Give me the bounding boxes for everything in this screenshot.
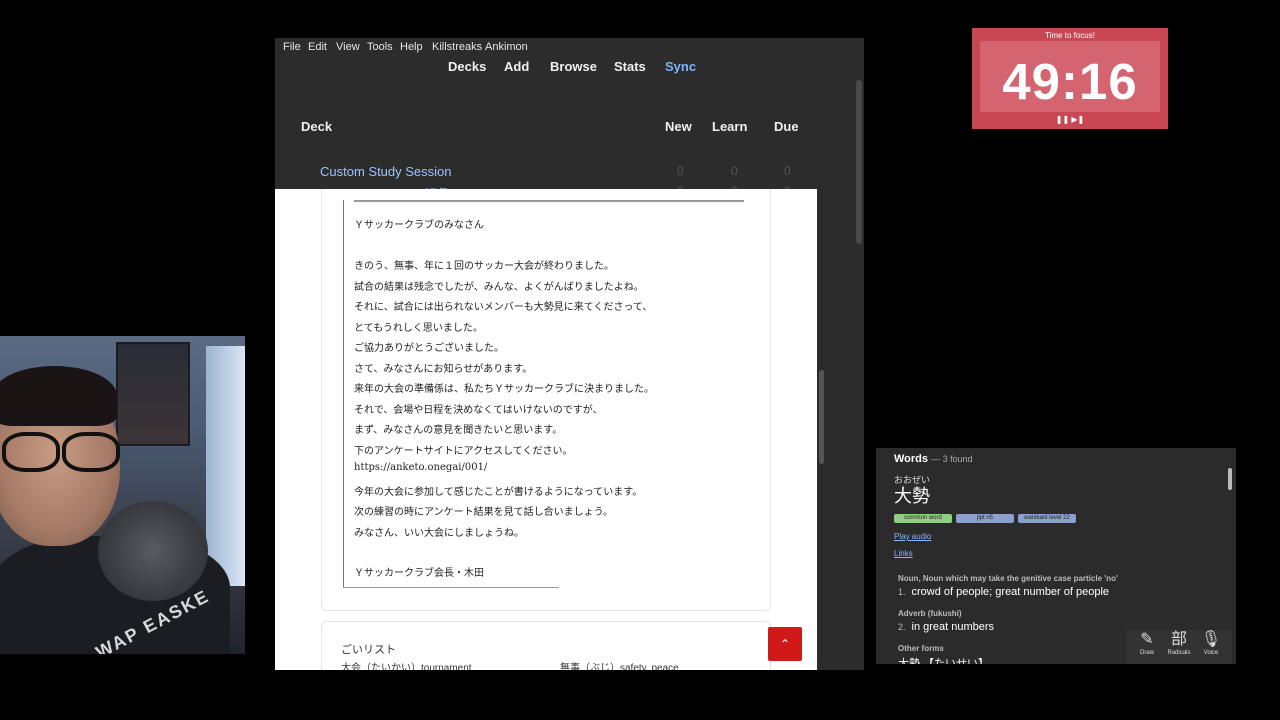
- radicals-tool[interactable]: 部 Radicals: [1164, 630, 1194, 656]
- scroll-to-top-button[interactable]: ⌃: [768, 627, 802, 661]
- dict-scrollbar[interactable]: [1228, 468, 1232, 490]
- letter-line: とてもうれしく思いました。: [354, 323, 483, 334]
- webcam-hair: [0, 366, 117, 426]
- dict-found-count: — 3 found: [931, 454, 973, 464]
- webcam-window: [206, 346, 245, 586]
- other-forms-label: Other forms: [898, 644, 944, 653]
- microphone-icon: 🎙: [1200, 631, 1222, 648]
- part-of-speech: Noun, Noun which may take the genitive c…: [898, 574, 1118, 583]
- menu-bar: File Edit View Tools Help Killstreaks An…: [275, 38, 864, 56]
- definition-2: 2. in great numbers: [898, 621, 994, 633]
- image-bottom-rule: [343, 587, 559, 588]
- dict-headword: 大勢: [894, 486, 930, 506]
- tool-label: Draw: [1139, 650, 1154, 656]
- pencil-icon: ✎: [1140, 631, 1154, 648]
- timer-time: 49:16: [1002, 53, 1138, 110]
- deck-due-count: 0: [784, 164, 791, 178]
- letter-line: 下のアンケートサイトにアクセスしてください。: [354, 446, 573, 457]
- webcam-feed: WAP EASKE: [0, 336, 245, 654]
- tool-label: Radicals: [1167, 650, 1191, 656]
- menu-ankimon[interactable]: Ankimon: [485, 41, 528, 53]
- letter-line: みなさん、いい大会にしましょうね。: [354, 528, 524, 539]
- dictionary-panel: Words — 3 found おおぜい 大勢 common word jlpt…: [876, 448, 1236, 664]
- glossary-item: 無事（ぶじ）safety, peace: [560, 663, 679, 670]
- letter-line: さて、みなさんにお知らせがあります。: [354, 364, 533, 375]
- tag-wanikani: wanikani level 22: [1018, 514, 1076, 523]
- part-of-speech: Adverb (fukushi): [898, 609, 962, 618]
- tool-label: Voice: [1203, 650, 1219, 656]
- dict-title: Words — 3 found: [894, 453, 973, 465]
- header-learn: Learn: [712, 119, 748, 134]
- letter-line: 次の練習の時にアンケート結果を見て話し合いましょう。: [354, 507, 613, 518]
- header-deck: Deck: [301, 119, 333, 134]
- letter-line: 来年の大会の準備係は、私たちＹサッカークラブに決まりました。: [354, 384, 654, 395]
- letter-line: きのう、無事、年に１回のサッカー大会が終わりました。: [354, 261, 614, 272]
- deck-learn-count: 0: [731, 164, 738, 178]
- tag-common-word: common word: [894, 514, 952, 523]
- toolbar-sync[interactable]: Sync: [665, 59, 696, 74]
- voice-tool[interactable]: 🎙 Voice: [1196, 630, 1226, 656]
- play-audio-link[interactable]: Play audio: [894, 532, 931, 541]
- letter-line: それに、試合には出られないメンバーも大勢見に来てくださって、: [354, 302, 653, 313]
- letter-line: それで、会場や日程を決めなくてはいけないのですが、: [354, 405, 603, 416]
- letter-line: まず、みなさんの意見を聞きたいと思います。: [354, 425, 563, 436]
- focus-timer: Time to focus! 49:16 ❚❚ ▶❚: [972, 28, 1168, 129]
- webcam-microphone: [98, 501, 208, 601]
- toolbar-decks[interactable]: Decks: [448, 59, 486, 74]
- letter-greeting: Ｙサッカークラブのみなさん: [354, 220, 484, 231]
- webcam-glasses: [0, 432, 120, 472]
- menu-help[interactable]: Help: [400, 41, 423, 53]
- timer-controls[interactable]: ❚❚ ▶❚: [972, 115, 1168, 124]
- input-tools: ✎ Draw 部 Radicals 🎙 Voice: [1126, 630, 1232, 664]
- glossary-item: 大会（たいかい）tournament: [341, 663, 472, 670]
- radical-icon: 部: [1170, 631, 1187, 648]
- links-link[interactable]: Links: [894, 549, 913, 558]
- definition-text: crowd of people; great number of people: [911, 586, 1110, 598]
- menu-tools[interactable]: Tools: [367, 41, 393, 53]
- header-new: New: [665, 119, 692, 134]
- glossary-title: ごいリスト: [341, 644, 396, 656]
- definition-text: in great numbers: [911, 621, 995, 633]
- menu-view[interactable]: View: [336, 41, 360, 53]
- image-left-rule: [343, 200, 344, 588]
- definition-1: 1. crowd of people; great number of peopl…: [898, 586, 1109, 598]
- menu-file[interactable]: File: [283, 41, 301, 53]
- toolbar-add[interactable]: Add: [504, 59, 529, 74]
- webcam-shelf: [116, 342, 190, 446]
- card-viewer: Ｙサッカークラブのみなさん きのう、無事、年に１回のサッカー大会が終わりました。…: [275, 189, 817, 670]
- image-top-rule: [354, 200, 744, 202]
- card-image-frame: [321, 189, 771, 611]
- definition-number: 1.: [898, 587, 906, 597]
- deck-custom-study[interactable]: Custom Study Session: [320, 164, 452, 179]
- header-due: Due: [774, 119, 799, 134]
- letter-line: 試合の結果は残念でしたが、みんな、よくがんばりましたよね。: [354, 282, 644, 293]
- letter-line: ご協力ありがとうございました。: [354, 343, 504, 354]
- toolbar-stats[interactable]: Stats: [614, 59, 646, 74]
- letter-signature: Ｙサッカークラブ会長・木田: [354, 568, 484, 579]
- dict-title-label: Words: [894, 453, 929, 465]
- main-toolbar: Decks Add Browse Stats Sync: [275, 59, 864, 79]
- letter-url: https://anketo.onegai/001/: [354, 462, 488, 473]
- menu-edit[interactable]: Edit: [308, 41, 327, 53]
- card-scrollbar[interactable]: [819, 370, 824, 464]
- timer-display: 49:16: [980, 41, 1160, 112]
- timer-label: Time to focus!: [1045, 31, 1095, 40]
- menu-killstreaks[interactable]: Killstreaks: [432, 41, 482, 53]
- other-forms: 大勢 【たいせい】: [898, 658, 990, 664]
- deck-scrollbar[interactable]: [856, 80, 862, 244]
- letter-line: 今年の大会に参加して感じたことが書けるようになっています。: [354, 487, 643, 498]
- draw-tool[interactable]: ✎ Draw: [1132, 630, 1162, 656]
- deck-new-count: 0: [677, 164, 684, 178]
- toolbar-browse[interactable]: Browse: [550, 59, 597, 74]
- definition-number: 2.: [898, 622, 906, 632]
- tag-jlpt: jlpt n5: [956, 514, 1014, 523]
